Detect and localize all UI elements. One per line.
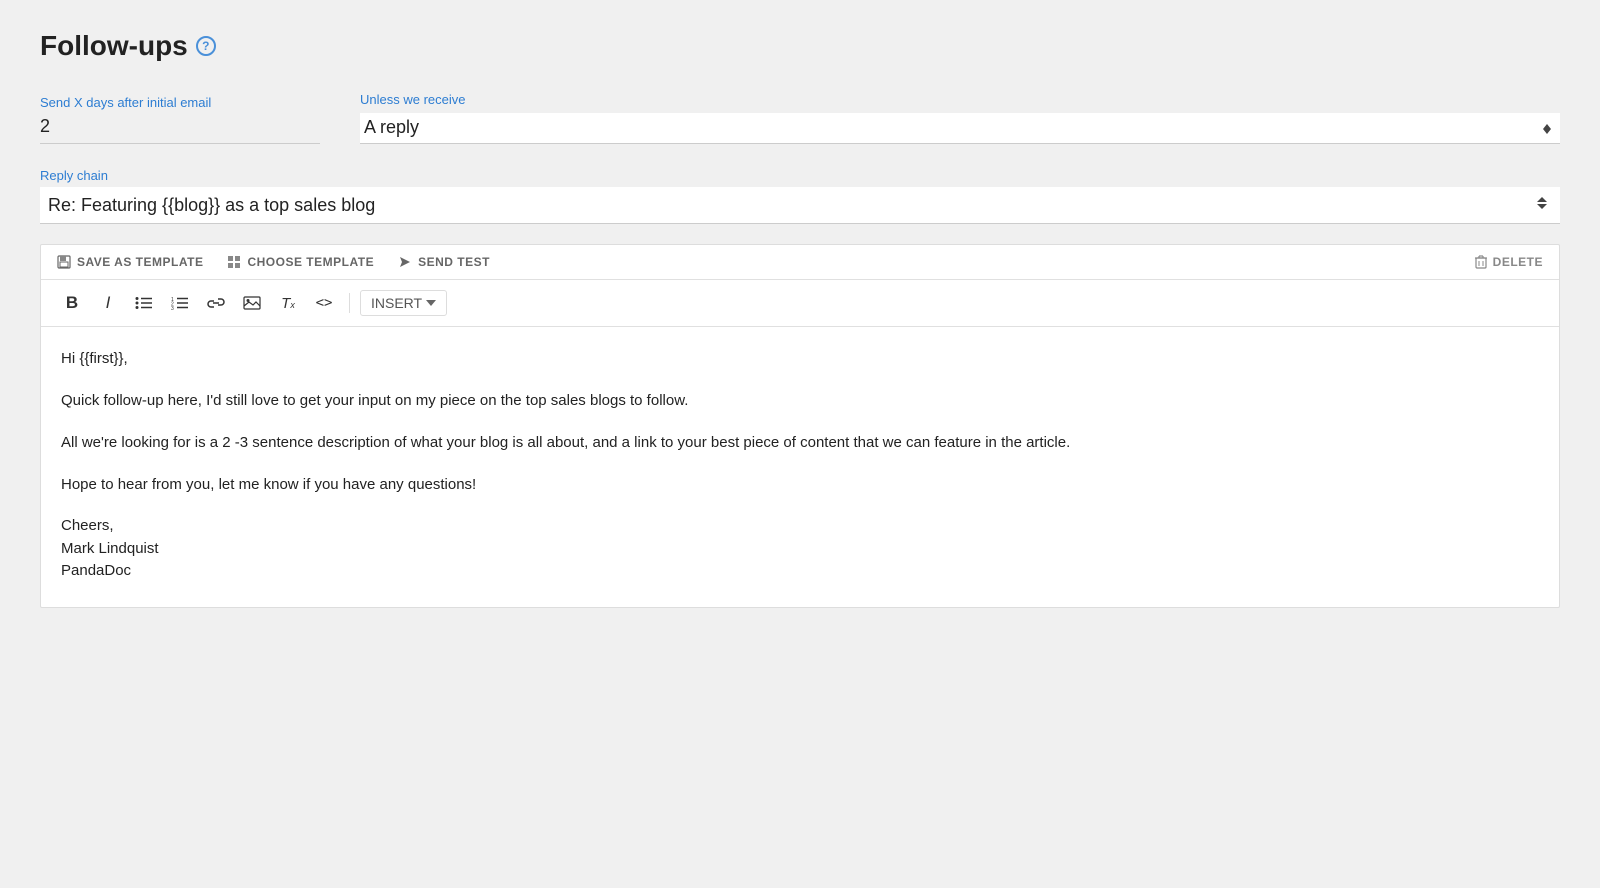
- choose-template-button[interactable]: CHOOSE TEMPLATE: [227, 255, 374, 269]
- trash-icon: [1475, 255, 1487, 269]
- reply-chain-select-wrapper: Re: Featuring {{blog}} as a top sales bl…: [40, 187, 1560, 224]
- format-toolbar: B I 1 2 3: [41, 280, 1559, 327]
- unless-group: Unless we receive A reply An open A clic…: [360, 92, 1560, 144]
- send-days-value: 2: [40, 116, 320, 144]
- insert-dropdown[interactable]: INSERT: [360, 290, 447, 316]
- image-button[interactable]: [237, 288, 267, 318]
- link-button[interactable]: [201, 288, 231, 318]
- send-test-button[interactable]: SEND TEST: [398, 255, 490, 269]
- reply-chain-select[interactable]: Re: Featuring {{blog}} as a top sales bl…: [40, 187, 1560, 223]
- sender-company: PandaDoc: [61, 560, 1539, 583]
- form-row-top: Send X days after initial email 2 Unless…: [40, 92, 1560, 144]
- email-para1: Quick follow-up here, I'd still love to …: [61, 389, 1539, 413]
- code-button[interactable]: <>: [309, 288, 339, 318]
- ul-icon: [135, 296, 153, 310]
- unordered-list-button[interactable]: [129, 288, 159, 318]
- image-icon: [243, 296, 261, 310]
- editor-toolbar: SAVE AS TEMPLATE CHOOSE TEMPLATE SEND TE…: [41, 245, 1559, 280]
- page-title: Follow-ups ?: [40, 30, 1560, 62]
- sign-off: Cheers,: [61, 515, 1539, 538]
- send-days-label: Send X days after initial email: [40, 95, 320, 110]
- email-signature: Cheers, Mark Lindquist PandaDoc: [61, 515, 1539, 583]
- format-divider: [349, 293, 350, 313]
- insert-chevron-icon: [426, 299, 436, 307]
- clear-format-button[interactable]: Tx: [273, 288, 303, 318]
- unless-select[interactable]: A reply An open A click: [360, 113, 1560, 144]
- help-icon[interactable]: ?: [196, 36, 216, 56]
- ol-icon: 1 2 3: [171, 296, 189, 310]
- unless-select-wrapper: A reply An open A click: [360, 113, 1560, 144]
- send-icon: [398, 255, 412, 269]
- reply-chain-section: Reply chain Re: Featuring {{blog}} as a …: [40, 168, 1560, 224]
- template-icon: [227, 255, 241, 269]
- ordered-list-button[interactable]: 1 2 3: [165, 288, 195, 318]
- unless-label: Unless we receive: [360, 92, 1560, 107]
- reply-chain-label: Reply chain: [40, 168, 1560, 183]
- delete-button[interactable]: DELETE: [1475, 255, 1543, 269]
- email-body[interactable]: Hi {{first}}, Quick follow-up here, I'd …: [41, 327, 1559, 607]
- save-icon: [57, 255, 71, 269]
- sender-name: Mark Lindquist: [61, 538, 1539, 561]
- bold-button[interactable]: B: [57, 288, 87, 318]
- editor-container: SAVE AS TEMPLATE CHOOSE TEMPLATE SEND TE…: [40, 244, 1560, 608]
- link-icon: [207, 296, 225, 310]
- svg-text:3: 3: [171, 306, 174, 310]
- italic-button[interactable]: I: [93, 288, 123, 318]
- send-days-group: Send X days after initial email 2: [40, 95, 320, 144]
- email-greeting: Hi {{first}},: [61, 347, 1539, 371]
- email-para3: Hope to hear from you, let me know if yo…: [61, 473, 1539, 497]
- save-template-button[interactable]: SAVE AS TEMPLATE: [57, 255, 203, 269]
- email-para2: All we're looking for is a 2 -3 sentence…: [61, 431, 1539, 455]
